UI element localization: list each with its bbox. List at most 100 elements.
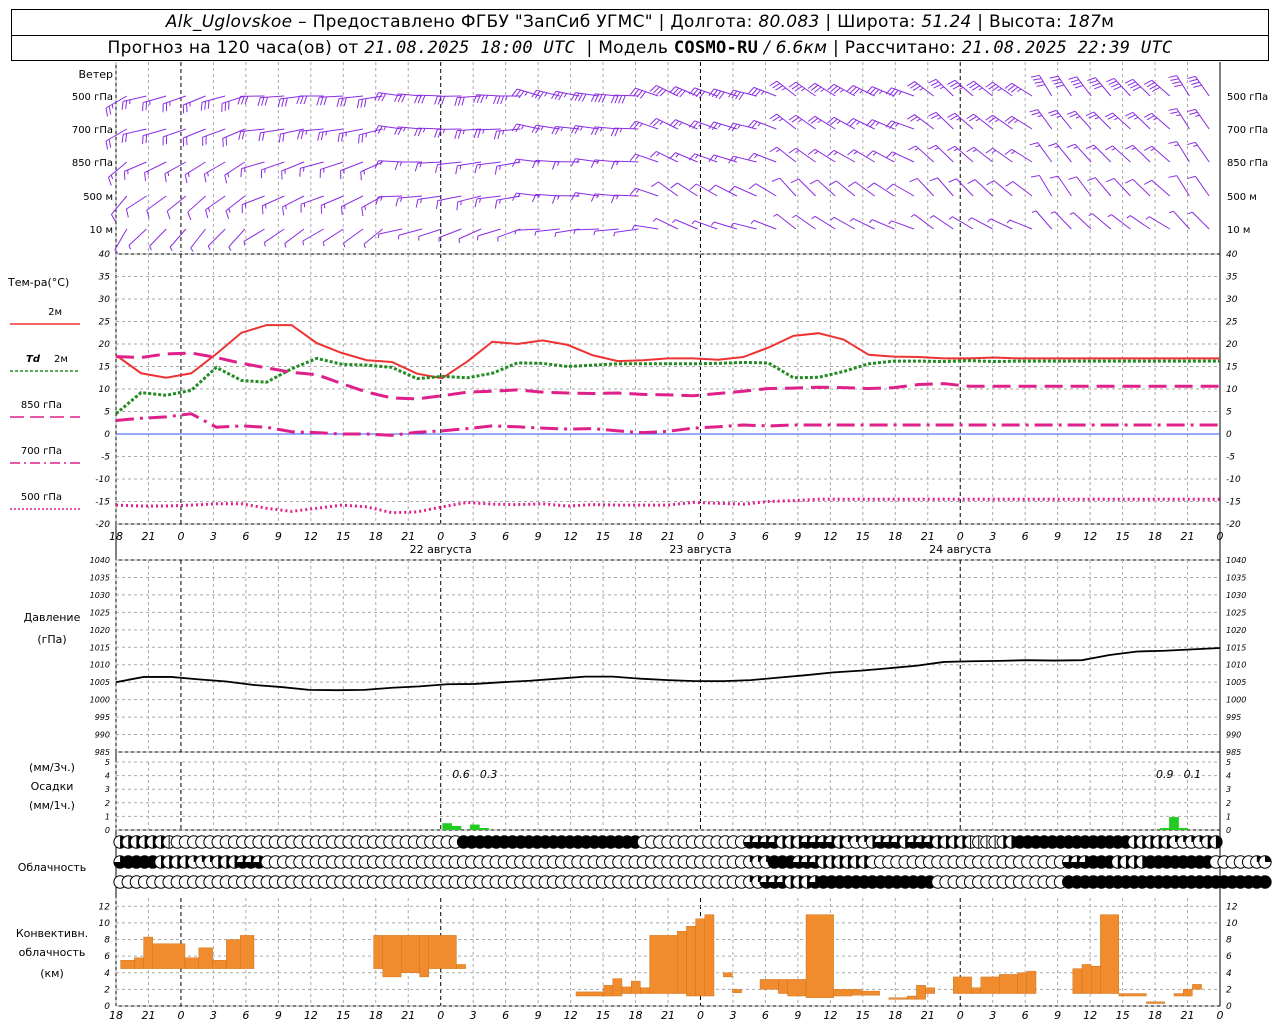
barb-half xyxy=(717,123,722,128)
convective-cloud-bar xyxy=(1182,989,1193,997)
barb-flag xyxy=(574,92,580,101)
barb-half xyxy=(868,219,873,224)
barb-flag xyxy=(361,207,364,217)
barb-flag xyxy=(474,164,478,174)
barb-half xyxy=(916,118,921,122)
barb-flag xyxy=(144,172,147,182)
wind-barb xyxy=(169,228,187,252)
barb-shaft xyxy=(854,181,875,197)
legend-2m: 2м xyxy=(48,307,62,318)
wind-barb xyxy=(688,120,718,130)
convective-cloud-bar xyxy=(382,935,402,978)
temp-tick-right: -15 xyxy=(1226,498,1241,508)
conv-title-1: Конвективн. xyxy=(16,927,88,940)
wind-barb xyxy=(1126,215,1151,230)
hour-tick-label: 15 xyxy=(596,1009,610,1022)
barb-flag xyxy=(457,97,462,106)
convective-cloud-bar xyxy=(888,997,908,1000)
wind-barb xyxy=(811,215,836,230)
convective-cloud-bar xyxy=(1017,972,1027,994)
wind-level-label: 500 м xyxy=(83,192,113,203)
barb-half xyxy=(149,246,152,251)
barb-flag xyxy=(415,199,419,208)
hour-tick-label: 18 xyxy=(629,530,643,543)
barb-half xyxy=(1092,147,1097,150)
barb-flag xyxy=(966,113,975,120)
wind-barb xyxy=(125,195,147,218)
wind-barb xyxy=(228,228,246,251)
barb-shaft xyxy=(1151,179,1171,197)
barb-half xyxy=(1188,211,1193,215)
hour-tick-label: 6 xyxy=(1022,530,1029,543)
barb-shaft xyxy=(776,146,797,163)
barb-half xyxy=(169,246,173,252)
barb-flag xyxy=(928,111,937,117)
barb-shaft xyxy=(677,182,698,197)
barb-flag xyxy=(909,177,918,183)
barb-half xyxy=(888,220,892,225)
barb-half xyxy=(859,89,864,94)
cloud-cover-symbol xyxy=(1209,835,1223,849)
barb-flag xyxy=(317,132,321,141)
wind-barb xyxy=(967,179,994,197)
wind-barb xyxy=(773,213,797,230)
barb-flag xyxy=(240,168,243,178)
legend-700: 700 гПа xyxy=(21,446,62,457)
barb-flag xyxy=(142,135,144,145)
wind-barb xyxy=(769,146,797,163)
barb-flag xyxy=(107,177,112,186)
cloud-fill-quarter xyxy=(1264,855,1272,862)
wind-barb xyxy=(1031,210,1053,230)
hour-tick-label: 18 xyxy=(888,530,902,543)
barb-flag xyxy=(282,206,285,216)
convective-cloud-bar xyxy=(1090,965,1101,994)
barb-flag xyxy=(866,150,874,157)
barb-flag xyxy=(511,123,518,132)
hour-tick-label: 9 xyxy=(1054,530,1061,543)
meteogram: Ветер 500 гПа 500 гПа 700 гПа 700 гПа 850 гПа… xyxy=(7,62,1272,1022)
barb-flag xyxy=(1066,110,1076,115)
wind-barb xyxy=(123,161,147,180)
barb-flag xyxy=(1051,78,1061,82)
pres-tick-left: 1015 xyxy=(90,643,110,652)
wind-barb xyxy=(610,127,639,137)
barb-flag xyxy=(912,85,921,91)
barb-half xyxy=(875,122,880,126)
wind-barb xyxy=(1085,111,1112,130)
barb-flag xyxy=(1127,114,1136,120)
hour-tick-label: 18 xyxy=(1148,530,1162,543)
wind-barb xyxy=(1066,110,1092,130)
barb-half xyxy=(110,174,114,180)
barb-shaft xyxy=(166,195,187,212)
barb-flag xyxy=(1110,83,1120,88)
barb-flag xyxy=(614,95,619,104)
wind-barb xyxy=(928,144,954,163)
wind-barb xyxy=(1048,109,1072,130)
wind-barb xyxy=(1187,75,1210,97)
barb-half xyxy=(343,242,346,248)
hour-tick-label: 15 xyxy=(856,530,870,543)
barb-shaft xyxy=(207,228,226,247)
barb-shaft xyxy=(343,228,364,244)
wind-barb xyxy=(1188,211,1210,230)
barb-flag xyxy=(570,158,576,167)
barb-shaft xyxy=(126,195,147,210)
cloud-fill-full xyxy=(1258,875,1272,889)
barb-shaft xyxy=(1035,210,1053,230)
hour-tick-label: 0 xyxy=(177,1009,184,1022)
barb-half xyxy=(910,214,915,218)
prec-tick-right: 2 xyxy=(1226,799,1231,808)
barb-shaft xyxy=(228,228,246,248)
wind-barb xyxy=(493,95,521,105)
barb-flag xyxy=(436,200,439,210)
temp-tick-left: 15 xyxy=(99,363,111,373)
pres-tick-left: 985 xyxy=(95,748,110,757)
barb-shaft xyxy=(817,179,836,197)
barb-flag xyxy=(394,161,399,171)
barb-shaft xyxy=(733,222,757,230)
convective-cloud-bar xyxy=(1173,993,1184,997)
prec-tick-right: 0 xyxy=(1226,826,1231,835)
barb-half xyxy=(1195,114,1200,117)
barb-flag xyxy=(1187,141,1196,146)
barb-half xyxy=(817,119,822,124)
